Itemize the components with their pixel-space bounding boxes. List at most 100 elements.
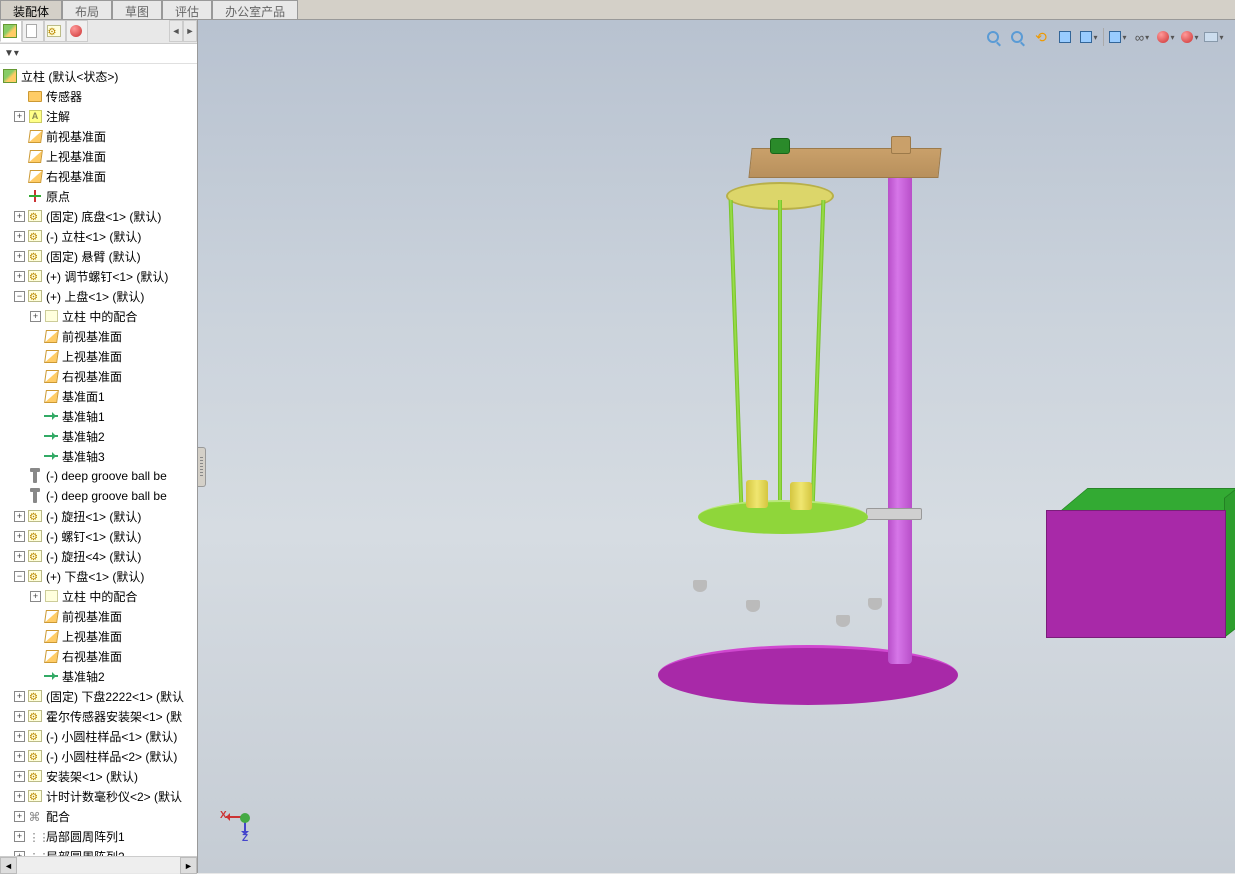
tree-pattern1[interactable]: +局部圆周阵列1 xyxy=(0,826,197,846)
tree-part-arm[interactable]: +(固定) 悬臂 (默认) xyxy=(0,246,197,266)
tree-part-screw[interactable]: +(+) 调节螺钉<1> (默认) xyxy=(0,266,197,286)
expander-icon[interactable]: + xyxy=(14,251,25,262)
tree-bolt1[interactable]: +(-) 螺钉<1> (默认) xyxy=(0,526,197,546)
hscroll-track[interactable] xyxy=(17,857,180,873)
tree-hall-sensor[interactable]: +霍尔传感器安装架<1> (默 xyxy=(0,706,197,726)
tree-origin[interactable]: 原点 xyxy=(0,186,197,206)
display-style-button[interactable]: ▾ xyxy=(1107,26,1129,48)
expander-icon[interactable]: + xyxy=(14,231,25,242)
expander-icon[interactable]: + xyxy=(14,811,25,822)
expander-icon[interactable]: + xyxy=(14,111,25,122)
expander-icon[interactable]: + xyxy=(14,731,25,742)
appearance-button[interactable]: ▾ xyxy=(1155,26,1177,48)
hide-show-button[interactable]: ∞▾ xyxy=(1131,26,1153,48)
tree-part-topdisc[interactable]: −(+) 上盘<1> (默认) xyxy=(0,286,197,306)
tree-part-base[interactable]: +(固定) 底盘<1> (默认) xyxy=(0,206,197,226)
triad-x-label: X xyxy=(220,810,227,821)
tree-plane1[interactable]: 基准面1 xyxy=(0,386,197,406)
sidebar-hscroll[interactable]: ◄ ► xyxy=(0,856,197,873)
expander-icon[interactable]: − xyxy=(14,291,25,302)
tree-label: 基准轴2 xyxy=(62,428,105,445)
sidebar-tab-appearance[interactable] xyxy=(66,20,88,42)
tree-right-plane[interactable]: 右视基准面 xyxy=(0,166,197,186)
tree-part-column[interactable]: +(-) 立柱<1> (默认) xyxy=(0,226,197,246)
hscroll-left[interactable]: ◄ xyxy=(0,857,17,874)
tree-top-plane[interactable]: 上视基准面 xyxy=(0,146,197,166)
tree-sensors[interactable]: 传感器 xyxy=(0,86,197,106)
tree-bearing1[interactable]: (-) deep groove ball be xyxy=(0,466,197,486)
expander-icon[interactable]: + xyxy=(14,751,25,762)
tree-right-plane-child2[interactable]: 右视基准面 xyxy=(0,646,197,666)
tree-right-plane-child[interactable]: 右视基准面 xyxy=(0,366,197,386)
expander-icon[interactable]: + xyxy=(14,711,25,722)
hscroll-right[interactable]: ► xyxy=(180,857,197,874)
tree-front-plane[interactable]: 前视基准面 xyxy=(0,126,197,146)
tab-sketch[interactable]: 草图 xyxy=(112,0,162,19)
tree-filter-dropdown[interactable]: ▼▾ xyxy=(4,48,19,59)
tree-mates-in-column2[interactable]: +立柱 中的配合 xyxy=(0,586,197,606)
tab-layout[interactable]: 布局 xyxy=(62,0,112,19)
zoom-prev-button[interactable]: ⟲ xyxy=(1030,26,1052,48)
expander-icon[interactable]: + xyxy=(14,531,25,542)
expander-icon[interactable]: + xyxy=(14,551,25,562)
tree-axis1[interactable]: 基准轴1 xyxy=(0,406,197,426)
sidebar-tab-feature-tree[interactable] xyxy=(0,20,22,42)
tree-bearing2[interactable]: (-) deep groove ball be xyxy=(0,486,197,506)
tree-mates-in-column[interactable]: +立柱 中的配合 xyxy=(0,306,197,326)
expander-icon[interactable]: + xyxy=(14,511,25,522)
tree-top-plane-child[interactable]: 上视基准面 xyxy=(0,346,197,366)
tree-root[interactable]: 立柱 (默认<状态>) xyxy=(0,66,197,86)
tree-timer[interactable]: +计时计数毫秒仪<2> (默认 xyxy=(0,786,197,806)
tree-axis3[interactable]: 基准轴3 xyxy=(0,446,197,466)
sidebar-tab-property[interactable] xyxy=(22,20,44,42)
view-orientation-button[interactable]: ▾ xyxy=(1078,26,1100,48)
panel-splitter-handle[interactable] xyxy=(198,447,206,487)
expander-icon[interactable]: + xyxy=(14,791,25,802)
panel-prev-button[interactable]: ◄ xyxy=(169,20,183,42)
feature-tree[interactable]: 立柱 (默认<状态>) 传感器 +A注解 前视基准面 上视基准面 右视基准面 原… xyxy=(0,64,197,856)
section-view-button[interactable] xyxy=(1054,26,1076,48)
expander-icon[interactable]: + xyxy=(14,211,25,222)
tree-cylinder2[interactable]: + (-) 小圆柱样品<2> (默认) xyxy=(0,746,197,766)
tree-part-bot2[interactable]: +(固定) 下盘2222<1> (默认 xyxy=(0,686,197,706)
expander-icon[interactable]: − xyxy=(14,571,25,582)
expander-icon[interactable]: + xyxy=(14,691,25,702)
part-icon xyxy=(27,768,43,784)
expander-icon[interactable]: + xyxy=(30,591,41,602)
sidebar-tab-config[interactable] xyxy=(44,20,66,42)
tree-label: 右视基准面 xyxy=(62,648,122,665)
expander-icon[interactable]: + xyxy=(14,831,25,842)
tree-mount[interactable]: +安装架<1> (默认) xyxy=(0,766,197,786)
tree-cylinder1[interactable]: +(-) 小圆柱样品<1> (默认) xyxy=(0,726,197,746)
tab-office[interactable]: 办公室产品 xyxy=(212,0,298,19)
tree-axis2[interactable]: 基准轴2 xyxy=(0,426,197,446)
expander-icon[interactable]: + xyxy=(30,311,41,322)
tree-front-plane-child2[interactable]: 前视基准面 xyxy=(0,606,197,626)
tree-part-botdisc[interactable]: −(+) 下盘<1> (默认) xyxy=(0,566,197,586)
tree-pattern2[interactable]: +局部圆周阵列2 xyxy=(0,846,197,856)
sidebar-tab-strip: ◄ ► xyxy=(0,20,197,44)
expander-icon[interactable]: + xyxy=(14,271,25,282)
scene-button[interactable]: ▾ xyxy=(1179,26,1201,48)
tab-assembly[interactable]: 装配体 xyxy=(0,0,62,19)
tree-top-plane-child2[interactable]: 上视基准面 xyxy=(0,626,197,646)
orientation-triad[interactable]: X Z xyxy=(220,795,270,845)
tree-mates[interactable]: +⌘配合 xyxy=(0,806,197,826)
model-box-top xyxy=(1059,488,1235,512)
zoom-fit-button[interactable] xyxy=(982,26,1004,48)
document-icon xyxy=(24,23,40,39)
graphics-viewport[interactable]: ⟲ ▾ ▾ ∞▾ ▾ ▾ ▾ xyxy=(198,20,1235,873)
tree-axis2b[interactable]: 基准轴2 xyxy=(0,666,197,686)
render-button[interactable]: ▾ xyxy=(1203,26,1225,48)
zoom-area-button[interactable] xyxy=(1006,26,1028,48)
tree-torque1[interactable]: +(-) 旋扭<1> (默认) xyxy=(0,506,197,526)
tree-torque4[interactable]: +(-) 旋扭<4> (默认) xyxy=(0,546,197,566)
model-sample-cylinder xyxy=(746,480,768,508)
expander-icon[interactable]: + xyxy=(14,771,25,782)
panel-next-button[interactable]: ► xyxy=(183,20,197,42)
part-icon xyxy=(27,788,43,804)
tab-evaluate[interactable]: 评估 xyxy=(162,0,212,19)
tree-annotations[interactable]: +A注解 xyxy=(0,106,197,126)
tree-label: (-) 小圆柱样品<2> (默认) xyxy=(46,748,177,765)
tree-front-plane-child[interactable]: 前视基准面 xyxy=(0,326,197,346)
